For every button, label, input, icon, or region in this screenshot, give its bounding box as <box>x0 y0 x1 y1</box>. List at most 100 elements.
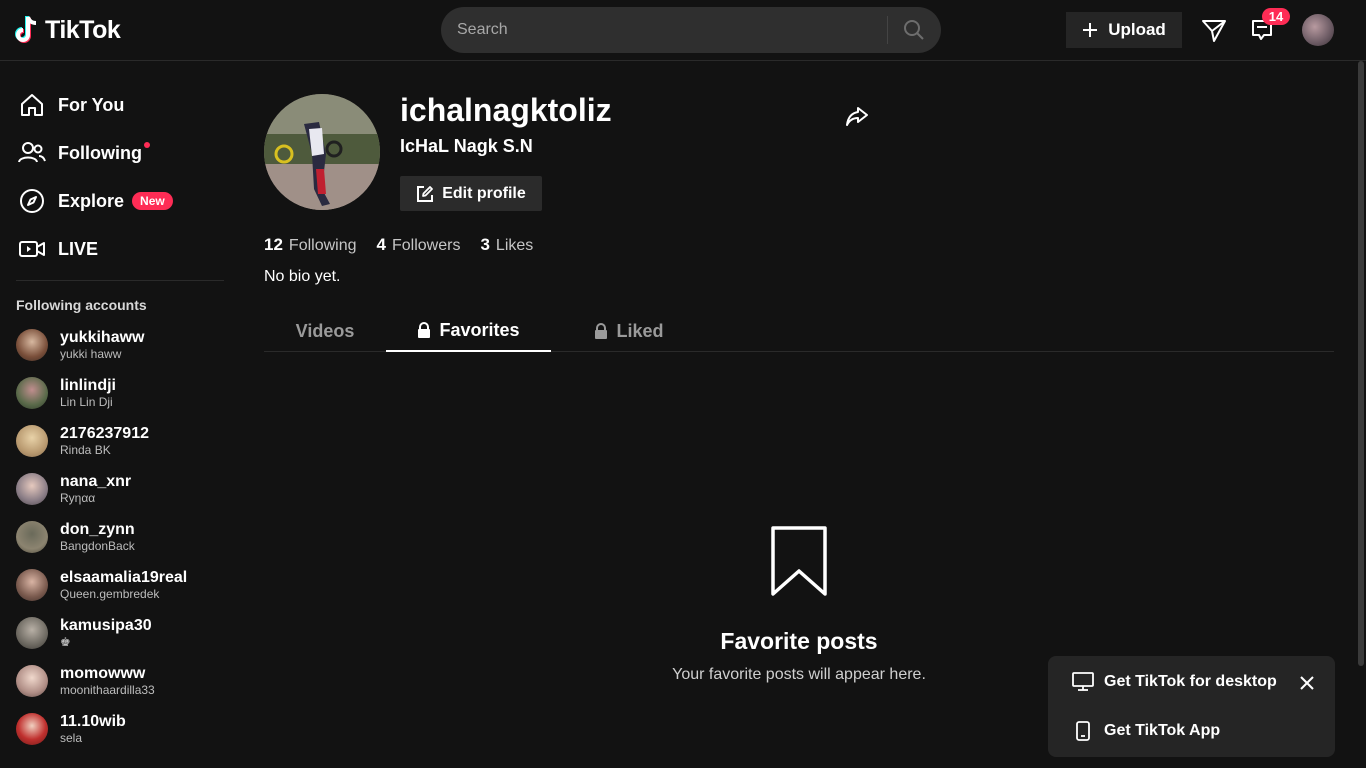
profile-tabs: Videos Favorites Liked <box>264 310 1334 352</box>
account-avatar <box>16 425 48 457</box>
stat-followers-label: Followers <box>391 237 461 254</box>
account-name: Queen.gembredek <box>60 587 160 601</box>
account-username: 2176237912 <box>60 425 149 442</box>
nav-explore-label: Explore <box>58 190 125 211</box>
following-account[interactable]: don_zynn BangdonBack <box>16 515 226 559</box>
profile-nickname: IcHaL Nagk S.N <box>400 136 533 156</box>
account-avatar <box>16 713 48 745</box>
profile-avatar[interactable] <box>264 94 380 210</box>
messages-button[interactable] <box>1201 18 1227 49</box>
stat-likes-label: Likes <box>495 237 534 254</box>
stat-likes: 3 Likes <box>480 235 533 255</box>
get-app-link[interactable]: Get TikTok App <box>1072 721 1220 741</box>
edit-profile-button[interactable]: Edit profile <box>400 176 542 211</box>
account-avatar <box>16 377 48 409</box>
profile-bio: No bio yet. <box>264 268 341 285</box>
stat-likes-count: 3 <box>480 235 490 254</box>
empty-state-title: Favorite posts <box>720 628 878 654</box>
account-name: Lin Lin Dji <box>60 395 113 409</box>
account-name: Ryηαα <box>60 491 96 505</box>
user-avatar[interactable] <box>1302 14 1334 46</box>
get-app-popup: Get TikTok for desktop Get TikTok App <box>1048 656 1335 757</box>
tab-videos-label: Videos <box>295 320 355 341</box>
lock-icon <box>418 322 431 338</box>
tab-favorites-label: Favorites <box>439 319 520 340</box>
search-button[interactable] <box>888 7 940 53</box>
get-app-label: Get TikTok App <box>1104 722 1221 739</box>
account-name: moonithaardilla33 <box>60 683 155 697</box>
account-name: yukki haww <box>60 347 122 361</box>
account-username: yukkihaww <box>60 329 145 346</box>
stat-following-label: Following <box>288 237 357 254</box>
tab-videos[interactable]: Videos <box>264 310 386 352</box>
stat-following-count: 12 <box>264 235 283 254</box>
edit-profile-label: Edit profile <box>442 184 526 202</box>
account-username: linlindji <box>60 377 116 394</box>
account-username: nana_xnr <box>60 473 132 490</box>
plus-icon <box>1083 23 1098 37</box>
nav-for-you-label: For You <box>58 94 125 115</box>
compass-icon <box>18 187 46 215</box>
phone-icon <box>1076 721 1090 741</box>
edit-icon <box>417 185 434 202</box>
following-account[interactable]: yukkihaww yukki haww <box>16 323 226 367</box>
following-account[interactable]: elsaamalia19real Queen.gembredek <box>16 563 226 607</box>
inbox-count-badge: 14 <box>1262 8 1290 25</box>
share-icon <box>846 107 868 126</box>
following-account[interactable]: linlindji Lin Lin Dji <box>16 371 226 415</box>
profile-stats: 12 Following 4 Followers 3 Likes <box>264 235 533 255</box>
following-accounts-title: Following accounts <box>16 297 147 313</box>
account-avatar <box>16 569 48 601</box>
close-popup-button[interactable] <box>1300 676 1314 695</box>
stat-following[interactable]: 12 Following <box>264 235 357 255</box>
new-activity-dot <box>143 142 150 148</box>
nav-explore[interactable]: Explore New <box>18 187 173 215</box>
tab-liked[interactable]: Liked <box>569 310 689 352</box>
account-name: sela <box>60 731 83 745</box>
nav-following[interactable]: Following <box>18 139 150 167</box>
account-name: BangdonBack <box>60 539 135 553</box>
profile-username: ichalnagktoliz <box>400 92 612 128</box>
nav-live[interactable]: LIVE <box>18 235 98 263</box>
tiktok-logo[interactable]: TikTok <box>15 15 121 45</box>
stat-followers-count: 4 <box>376 235 386 254</box>
account-username: 11.10wib <box>60 713 126 730</box>
following-account[interactable]: nana_xnr Ryηαα <box>16 467 226 511</box>
account-name: Rinda BK <box>60 443 111 457</box>
explore-new-badge: New <box>132 192 173 210</box>
tab-liked-label: Liked <box>616 320 664 341</box>
page-scrollbar[interactable] <box>1358 61 1364 666</box>
home-icon <box>18 91 46 119</box>
top-header: TikTok Upload 14 <box>0 0 1366 61</box>
lock-icon <box>595 323 608 339</box>
account-avatar <box>16 473 48 505</box>
desktop-icon <box>1072 672 1094 691</box>
tiktok-note-icon <box>15 16 37 43</box>
nav-live-label: LIVE <box>58 238 99 259</box>
get-desktop-label: Get TikTok for desktop <box>1104 673 1277 690</box>
search-input[interactable] <box>441 21 887 39</box>
search-icon <box>904 20 924 40</box>
get-desktop-link[interactable]: Get TikTok for desktop <box>1072 672 1277 692</box>
account-username: don_zynn <box>60 521 135 538</box>
paper-plane-icon <box>1202 20 1226 42</box>
close-icon <box>1300 676 1314 690</box>
sidebar-divider <box>16 280 224 281</box>
share-button[interactable] <box>845 104 869 133</box>
upload-button[interactable]: Upload <box>1066 12 1182 48</box>
nav-for-you[interactable]: For You <box>18 91 124 119</box>
account-avatar <box>16 329 48 361</box>
stat-followers[interactable]: 4 Followers <box>377 235 461 255</box>
search-bar <box>441 7 941 53</box>
sidebar: For You Following Explore New LIVE Follo… <box>0 61 240 768</box>
live-icon <box>18 235 46 263</box>
following-icon <box>18 139 46 167</box>
following-account[interactable]: 11.10wib sela <box>16 707 226 751</box>
logo-wordmark: TikTok <box>45 15 121 44</box>
upload-label: Upload <box>1108 20 1166 39</box>
bookmark-icon <box>770 525 828 602</box>
account-avatar <box>16 521 48 553</box>
nav-following-label: Following <box>58 142 142 163</box>
following-account[interactable]: 2176237912 Rinda BK <box>16 419 226 463</box>
tab-favorites[interactable]: Favorites <box>386 310 551 352</box>
